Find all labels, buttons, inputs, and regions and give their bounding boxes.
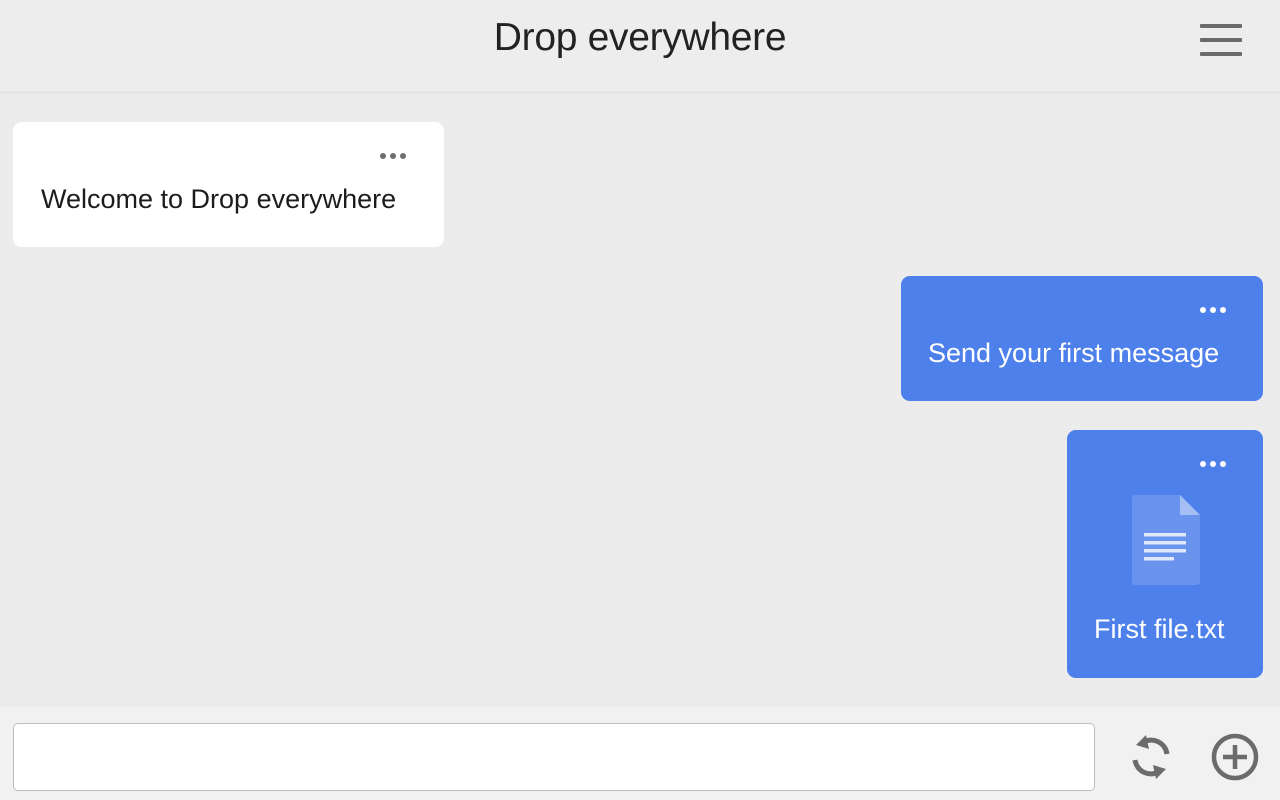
app-title: Drop everywhere (493, 16, 787, 59)
message-text: Welcome to Drop everywhere (41, 184, 397, 214)
document-file-icon (1132, 495, 1200, 585)
hamburger-menu-icon[interactable] (1200, 24, 1242, 56)
message-options-icon[interactable] (379, 149, 411, 163)
message-list: Welcome to Drop everywhere Send your fir… (0, 97, 1280, 707)
composer-bar (0, 707, 1280, 800)
app-header: Drop everywhere (0, 0, 1280, 94)
message-bubble-incoming: Welcome to Drop everywhere (13, 122, 444, 247)
refresh-icon[interactable] (1128, 732, 1174, 782)
file-message-bubble[interactable]: First file.txt (1067, 430, 1263, 678)
message-text: Send your first message (928, 338, 1220, 368)
file-name: First file.txt (1094, 614, 1225, 644)
message-options-icon[interactable] (1199, 457, 1231, 471)
plus-circle-icon[interactable] (1211, 733, 1259, 781)
message-input[interactable] (13, 723, 1095, 791)
message-bubble-outgoing: Send your first message (901, 276, 1263, 401)
message-options-icon[interactable] (1199, 303, 1231, 317)
